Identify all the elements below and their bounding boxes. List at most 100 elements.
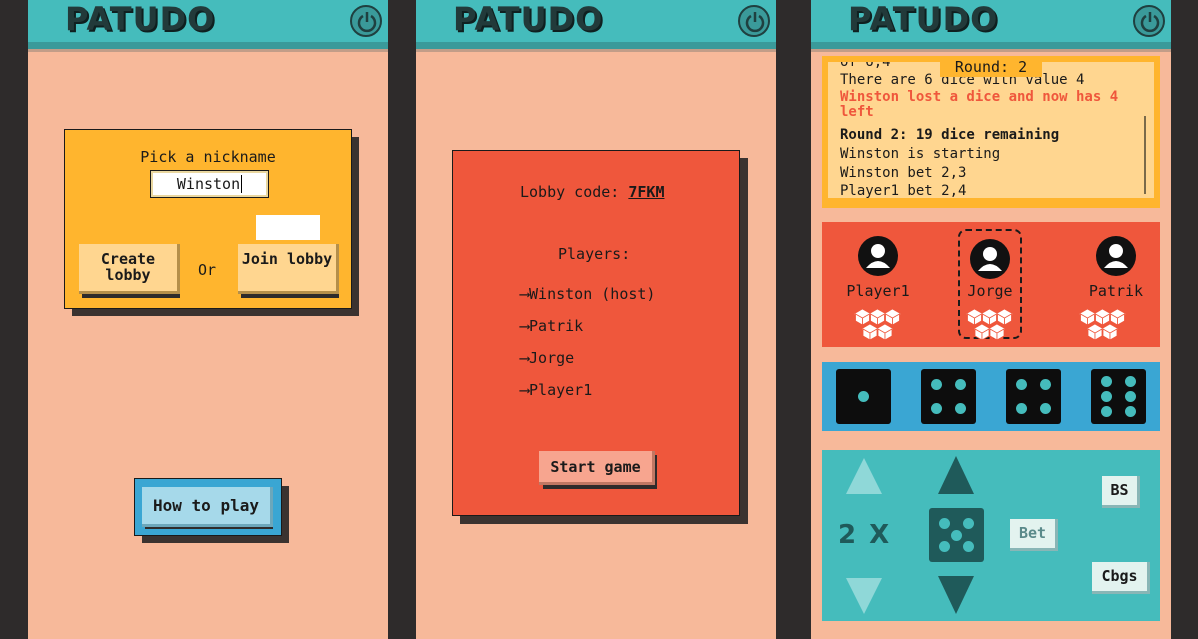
lobby-code-row: Lobby code: 7FKM (520, 183, 665, 201)
arrow-right-icon: ⟶ (520, 317, 530, 335)
app-logo: PATUDO (453, 0, 604, 38)
dice-stacks (854, 309, 1126, 341)
power-button[interactable] (1133, 5, 1165, 37)
player-list-item: ⟶Patrik (520, 317, 583, 335)
die-pip (1015, 403, 1027, 415)
top-bar-shade-line (811, 49, 1171, 52)
mini-die-icon (996, 309, 1013, 326)
die-pip (1125, 391, 1137, 402)
player-list-item: ⟶Jorge (520, 349, 574, 367)
create-lobby-button[interactable]: Create lobby (79, 244, 180, 294)
mini-die-icon (861, 324, 879, 341)
player-name: Jorge (529, 349, 575, 367)
mini-die-icon (1086, 324, 1104, 341)
top-bar-shade-line (28, 49, 388, 52)
mini-die-icon (1101, 324, 1119, 341)
arrow-right-icon: ⟶ (520, 381, 530, 399)
die-pip (1100, 375, 1112, 387)
power-icon (745, 12, 765, 33)
log-line-alert: Winston lost a dice and now has 4 left (840, 89, 1119, 120)
bs-button[interactable]: BS (1102, 476, 1140, 508)
players-panel: Player1 Jorge Patrik (822, 222, 1160, 347)
lobby-code-label: Lobby code: (520, 183, 620, 201)
power-icon (1140, 12, 1160, 33)
top-bar-shade-line (416, 49, 776, 52)
die-pip (1040, 403, 1052, 415)
player-name: Winston (host) (529, 285, 656, 303)
mini-die-icon (1079, 309, 1096, 326)
log-line: Player1 bet 2,4 (840, 183, 967, 198)
quantity-up-icon[interactable] (844, 456, 884, 496)
hand-die (921, 369, 976, 424)
start-game-button[interactable]: Start game (539, 451, 655, 485)
arrow-right-icon: ⟶ (520, 285, 530, 303)
mini-die-icon (884, 309, 901, 326)
mini-die-icon (876, 324, 894, 341)
die-pip (955, 378, 967, 390)
top-bar-shade (811, 42, 1171, 49)
join-lobby-button[interactable]: Join lobby (238, 244, 339, 294)
die-pip (1015, 378, 1027, 390)
die-pip (963, 517, 975, 529)
nickname-value: Winston (176, 175, 241, 193)
log-line: of 6,4 (840, 62, 891, 70)
text-cursor (241, 175, 243, 193)
lobby-screen: PATUDO Lobby code: 7FKM Players: ⟶Winsto… (416, 0, 776, 639)
player-list-item: ⟶Player1 (520, 381, 592, 399)
cbgs-button[interactable]: Cbgs (1092, 562, 1150, 594)
quantity-down-icon[interactable] (844, 576, 884, 616)
face-down-icon[interactable] (936, 576, 976, 616)
die-pip (1100, 391, 1112, 402)
log-line-round: Round 2: 19 dice remaining (840, 127, 1060, 143)
lobby-code[interactable]: 7FKM (628, 183, 664, 201)
top-bar-shade (416, 42, 776, 49)
die-pip (951, 529, 962, 541)
die-pip (1125, 375, 1137, 387)
game-log[interactable]: of 6,4 There are 6 dice with value 4 Win… (828, 62, 1154, 198)
hand-die (836, 369, 891, 424)
nickname-screen: PATUDO Pick a nickname Winston Create lo… (28, 0, 388, 639)
bet-button[interactable]: Bet (1010, 519, 1058, 551)
hand-panel (822, 362, 1160, 431)
lobby-code-input[interactable] (256, 215, 320, 240)
top-bar-shade (28, 42, 388, 49)
mini-die-icon (988, 324, 1006, 341)
die-pip (938, 541, 950, 553)
mini-die-icon (854, 309, 871, 326)
nickname-input[interactable]: Winston (150, 170, 269, 198)
bet-panel: 2 X Bet BS Cbgs (822, 450, 1160, 621)
round-badge: Round: 2 (940, 57, 1042, 77)
power-button[interactable] (738, 5, 770, 37)
player-list-item: ⟶Winston (host) (520, 285, 655, 303)
bet-face-die (929, 508, 984, 562)
arrow-right-icon: ⟶ (520, 349, 530, 367)
hand-dice (822, 362, 1160, 431)
how-to-play-card: How to play (134, 478, 282, 536)
die-pip (930, 403, 942, 415)
how-to-play-button[interactable]: How to play (142, 487, 273, 527)
nickname-card: Pick a nickname Winston Create lobby Or … (64, 129, 352, 309)
game-screen: PATUDO of 6,4 There are 6 dice with valu… (811, 0, 1171, 639)
die-pip (955, 403, 967, 415)
log-line: Winston bet 2,3 (840, 165, 967, 181)
face-up-icon[interactable] (936, 454, 976, 494)
log-line: Winston is starting (840, 146, 1001, 162)
hand-die (1006, 369, 1061, 424)
player-name: Patrik (529, 317, 584, 335)
power-button[interactable] (350, 5, 382, 37)
mini-die-icon (973, 324, 991, 341)
die-pip (1040, 378, 1052, 390)
die-pip (1125, 406, 1137, 418)
die-pip (963, 541, 975, 553)
die-pip (858, 391, 869, 402)
app-logo: PATUDO (65, 0, 216, 38)
mini-die-icon (981, 309, 998, 326)
die-pip (930, 378, 942, 390)
die-pip (938, 517, 950, 529)
app-logo: PATUDO (848, 0, 999, 38)
mini-die-icon (869, 309, 886, 326)
mini-die-icon (966, 309, 983, 326)
mini-die-icon (1109, 309, 1126, 326)
or-label: Or (198, 261, 217, 279)
log-scrollbar[interactable] (1144, 116, 1146, 194)
